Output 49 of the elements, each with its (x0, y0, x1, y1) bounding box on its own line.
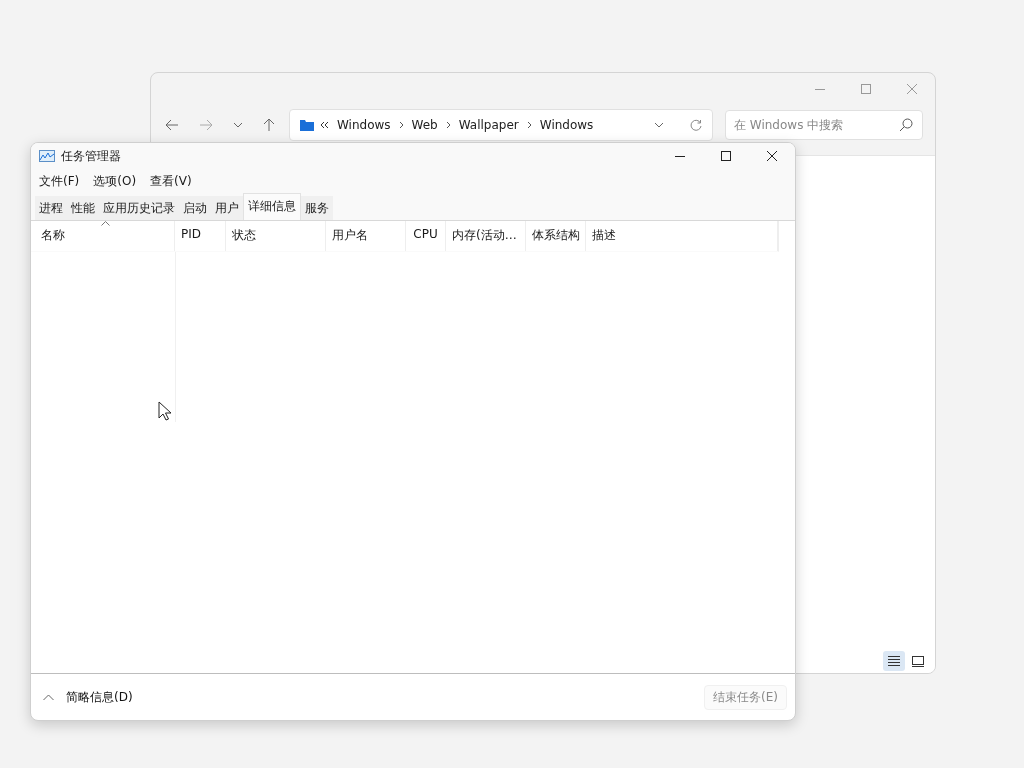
tab[interactable]: 详细信息 (243, 193, 301, 220)
chevron-right-icon (398, 121, 404, 129)
sort-caret-icon (100, 221, 110, 226)
menu-item[interactable]: 选项(O) (93, 172, 137, 190)
fewer-details-link[interactable]: 简略信息(D) (43, 688, 133, 706)
chevron-right-icon (445, 121, 451, 129)
column-header[interactable]: 描述 (586, 221, 778, 251)
chevron-down-icon[interactable] (654, 122, 664, 128)
tab[interactable]: 服务 (301, 196, 333, 220)
cursor-icon (158, 401, 172, 421)
close-icon (767, 151, 777, 161)
maximize-icon (721, 151, 731, 161)
search-field[interactable]: 在 Windows 中搜索 (725, 110, 923, 140)
up-icon[interactable] (263, 118, 275, 132)
breadcrumb-item[interactable]: Windows (337, 118, 391, 132)
window-title: 任务管理器 (61, 147, 121, 165)
column-header[interactable]: PID (175, 221, 226, 251)
column-header[interactable]: 状态 (226, 221, 326, 251)
folder-icon (300, 119, 314, 131)
tab[interactable]: 进程 (35, 196, 67, 220)
address-bar[interactable]: Windows Web Wallpaper Windows (289, 109, 713, 141)
breadcrumb-item[interactable]: Windows (539, 118, 594, 132)
chevron-down-icon[interactable] (233, 122, 243, 128)
column-header[interactable]: 名称 (35, 221, 175, 251)
end-task-button: 结束任务(E) (704, 684, 787, 710)
tile-icon (912, 655, 924, 667)
list-icon (888, 656, 900, 666)
details-view-button[interactable] (883, 651, 905, 671)
chevron-up-icon (43, 693, 54, 701)
column-header[interactable]: CPU (406, 221, 446, 251)
column-header[interactable]: 体系结构 (526, 221, 586, 251)
breadcrumb-item[interactable]: Wallpaper (458, 118, 519, 132)
app-icon (39, 150, 55, 162)
column-header[interactable]: 内存(活动… (446, 221, 526, 251)
column-header[interactable]: 用户名 (326, 221, 406, 251)
maximize-icon (861, 84, 871, 94)
menu-item[interactable]: 文件(F) (39, 172, 80, 190)
double-chevron-icon[interactable] (320, 121, 329, 129)
search-icon[interactable] (899, 118, 913, 132)
tab[interactable]: 性能 (67, 196, 99, 220)
back-icon[interactable] (165, 119, 179, 131)
tab[interactable]: 用户 (211, 196, 243, 220)
close-icon (907, 84, 917, 94)
breadcrumb-item[interactable]: Web (411, 118, 438, 132)
menu-item[interactable]: 查看(V) (150, 172, 192, 190)
tab[interactable]: 应用历史记录 (99, 196, 179, 220)
tab[interactable]: 启动 (179, 196, 211, 220)
refresh-icon[interactable] (690, 119, 702, 131)
chevron-right-icon (526, 121, 532, 129)
